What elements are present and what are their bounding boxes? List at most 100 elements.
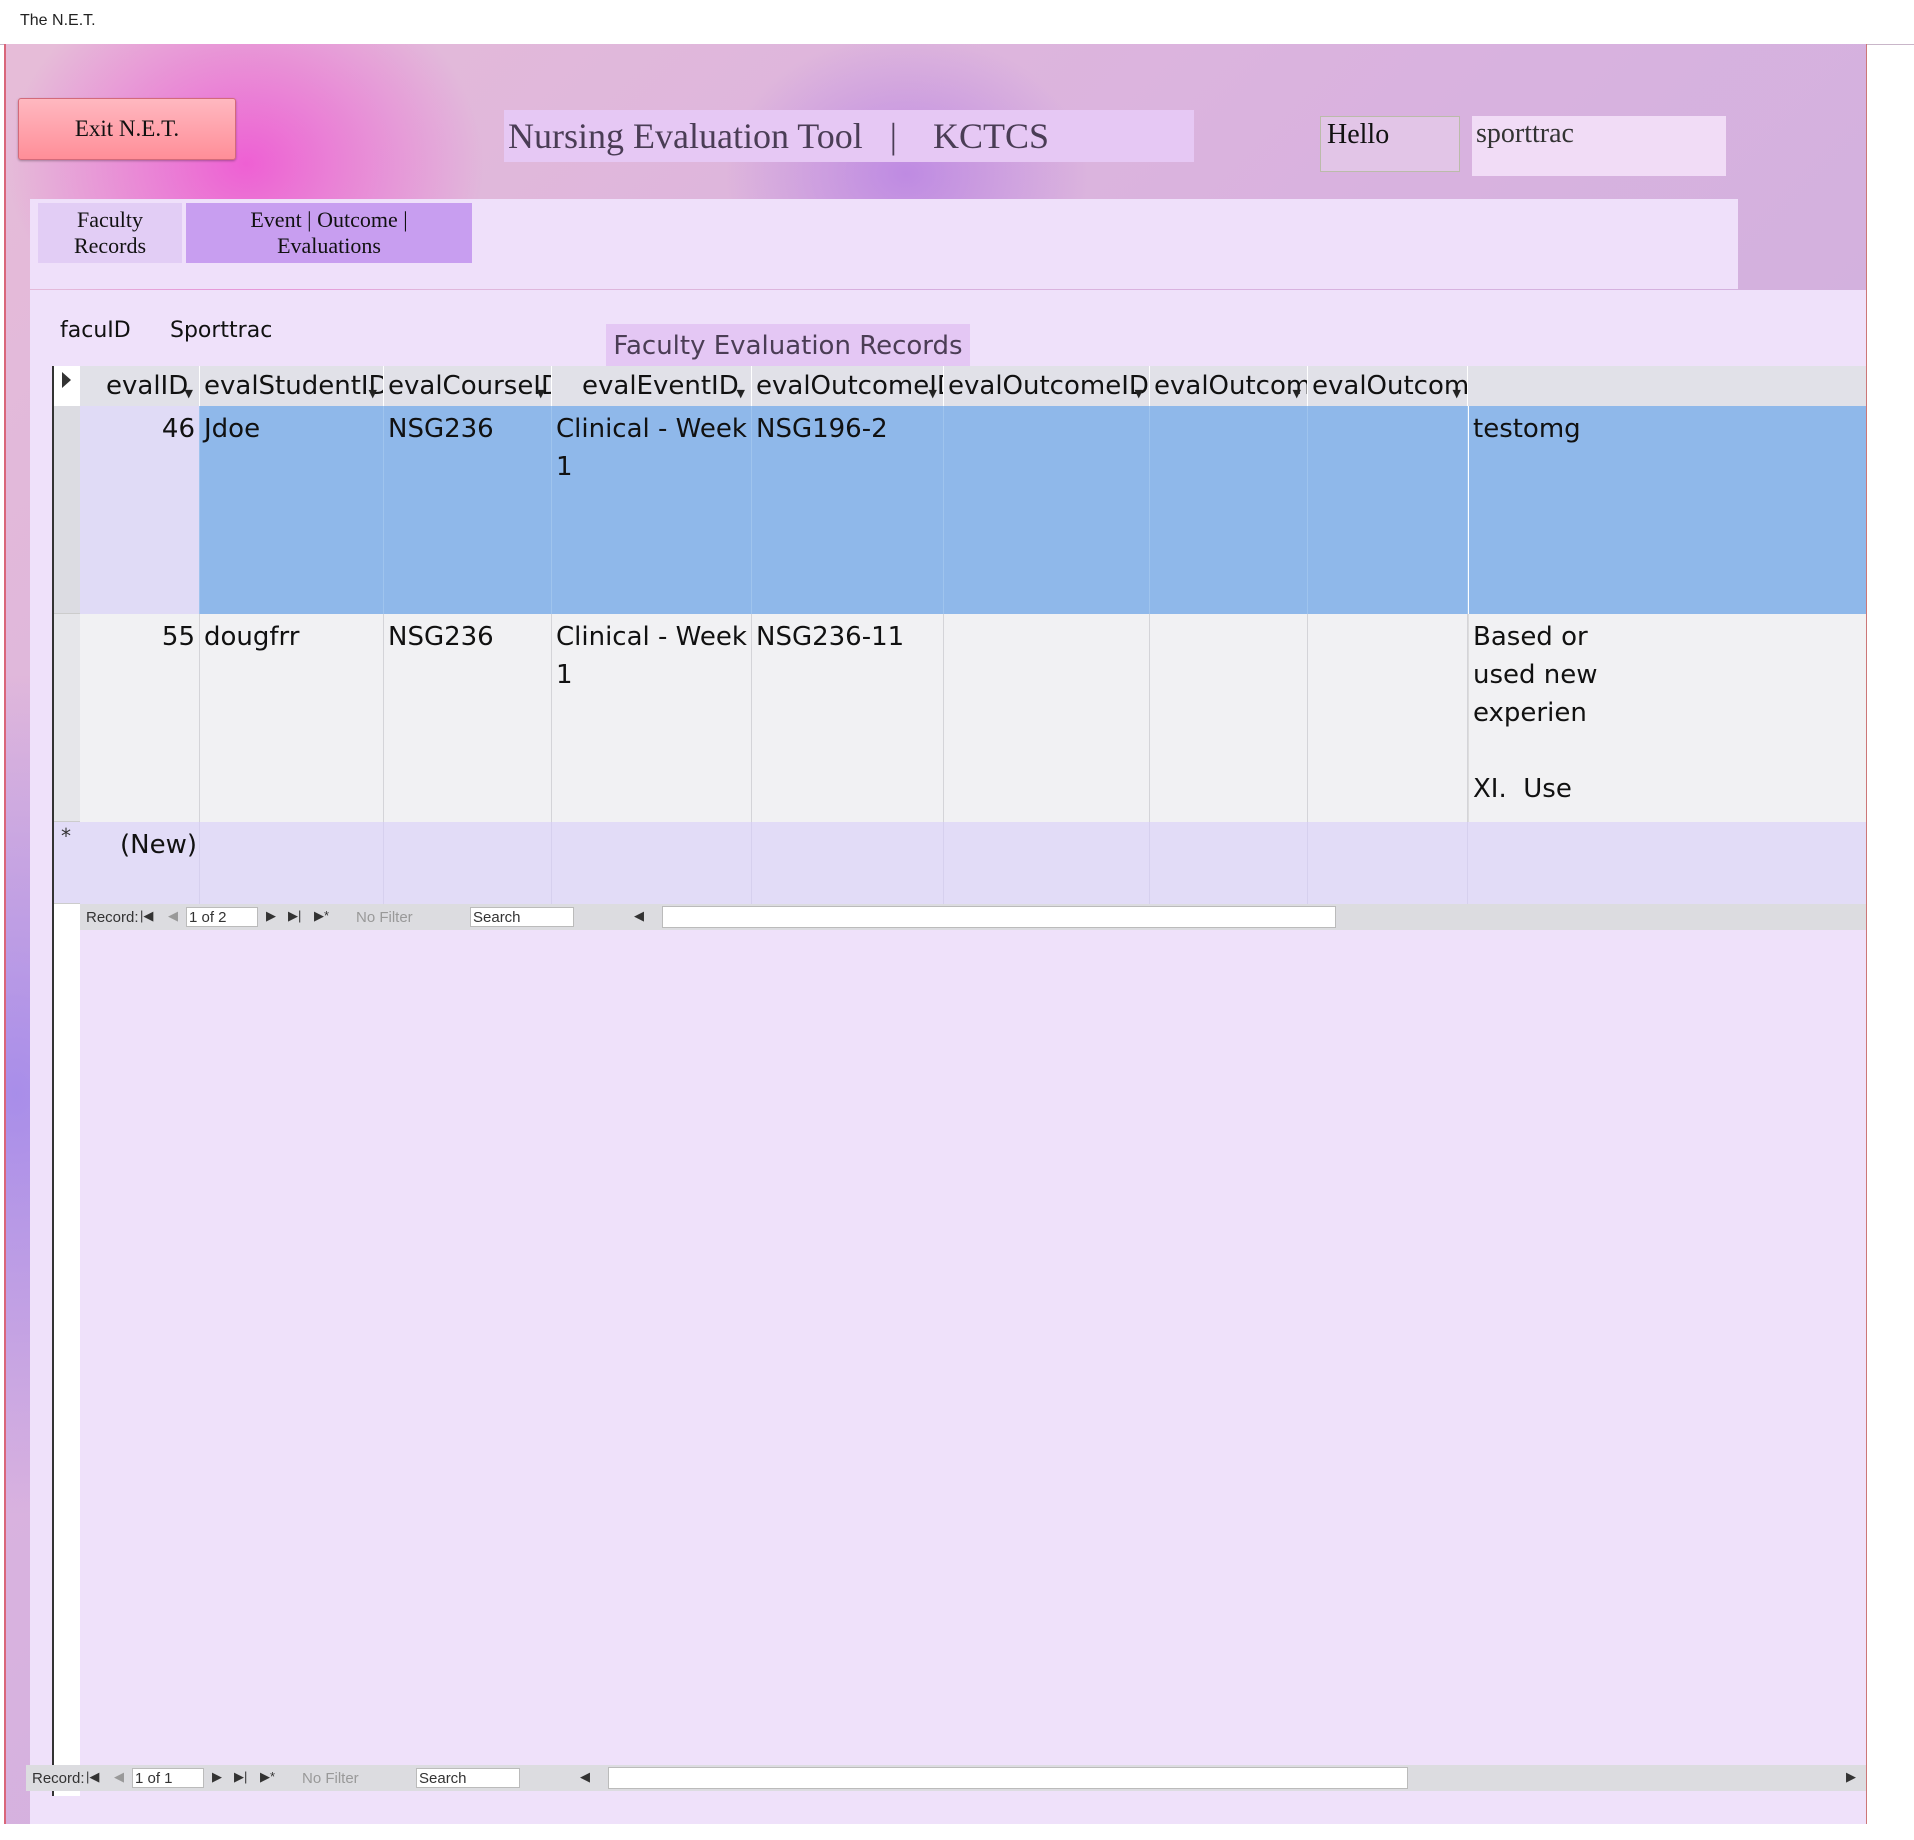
- cell-comments[interactable]: testomg: [1468, 406, 1866, 614]
- new-record-icon[interactable]: ▶*: [260, 1769, 275, 1785]
- column-header-evalid[interactable]: evalID ▼: [80, 366, 200, 406]
- column-header-label: evalOutcome: [1312, 371, 1468, 401]
- no-filter-button[interactable]: No Filter: [356, 909, 413, 926]
- cell-evalcourseid[interactable]: NSG236: [384, 406, 552, 614]
- cell-evaleventid[interactable]: Clinical - Week 1: [552, 406, 752, 614]
- column-dropdown-icon[interactable]: ▼: [1453, 374, 1461, 406]
- facu-id-label: facuID: [60, 318, 131, 343]
- window-title: The N.E.T.: [20, 12, 96, 29]
- column-header-label: evalOutcome: [1154, 371, 1307, 401]
- evaluations-subform: evalID ▼ evalStudentID ▼ evalCourseID ▼ eva…: [52, 366, 1866, 1796]
- next-record-icon[interactable]: ▶: [212, 1769, 222, 1785]
- column-header-label: evalCourseID: [388, 371, 552, 401]
- subform-record-navigation: Record: |◀ ◀ 1 of 2 ▶ ▶| ▶* No Filter Se…: [80, 904, 1866, 930]
- facu-id-value: Sporttrac: [170, 318, 273, 343]
- cell-evaloutcomeid[interactable]: NSG236-11: [752, 614, 944, 822]
- scroll-left-icon[interactable]: ◀: [580, 1769, 590, 1785]
- column-header-evaloutcomeid2[interactable]: evalOutcomeID2 ▼: [944, 366, 1150, 406]
- cell-evalid[interactable]: 55: [80, 614, 200, 822]
- cell-evaloutcomeid[interactable]: NSG196-2: [752, 406, 944, 614]
- cell-empty[interactable]: [384, 822, 552, 904]
- cell-evalcourseid[interactable]: NSG236: [384, 614, 552, 822]
- window-titlebar: The N.E.T.: [0, 0, 1914, 45]
- column-header-label: evalEventID: [582, 371, 739, 401]
- column-dropdown-icon[interactable]: ▼: [929, 374, 937, 406]
- cell-empty[interactable]: [552, 822, 752, 904]
- section-title: Faculty Evaluation Records: [606, 324, 970, 368]
- cell-empty[interactable]: [1308, 822, 1468, 904]
- column-dropdown-icon[interactable]: ▼: [1293, 374, 1301, 406]
- cell-empty[interactable]: [1468, 822, 1866, 904]
- cell-evalstudentid[interactable]: Jdoe: [200, 406, 384, 614]
- table-row[interactable]: 55 dougfrr NSG236 Clinical - Week 1 NSG2…: [80, 614, 1866, 822]
- user-name-field[interactable]: sporttrac: [1472, 116, 1726, 176]
- cell-comments[interactable]: Based or used new experien XI. Use: [1468, 614, 1866, 822]
- cell-evaloutcome-2[interactable]: [1308, 406, 1468, 614]
- previous-record-icon[interactable]: ◀: [114, 1769, 124, 1785]
- column-dropdown-icon[interactable]: ▼: [185, 374, 193, 406]
- cell-empty[interactable]: [1150, 822, 1308, 904]
- next-record-icon[interactable]: ▶: [266, 908, 276, 924]
- column-header-label: evalOutcomeID: [756, 371, 944, 401]
- record-position-input[interactable]: 1 of 1: [132, 1768, 204, 1788]
- cell-evaloutcomeid2[interactable]: [944, 614, 1150, 822]
- cell-evaloutcomeid2[interactable]: [944, 406, 1150, 614]
- last-record-icon[interactable]: ▶|: [288, 908, 301, 924]
- previous-record-icon[interactable]: ◀: [168, 908, 178, 924]
- exit-button[interactable]: Exit N.E.T.: [18, 98, 236, 160]
- grid-header-row: evalID ▼ evalStudentID ▼ evalCourseID ▼ eva…: [80, 366, 1866, 406]
- cell-new-record[interactable]: (New): [80, 822, 200, 904]
- cell-empty[interactable]: [944, 822, 1150, 904]
- horizontal-scrollbar[interactable]: [662, 906, 1336, 928]
- cell-evalstudentid[interactable]: dougfrr: [200, 614, 384, 822]
- row-selector-new[interactable]: *: [54, 822, 80, 904]
- column-header-evaloutcome-2[interactable]: evalOutcome ▼: [1308, 366, 1468, 406]
- hello-label: Hello: [1320, 116, 1460, 172]
- scroll-left-icon[interactable]: ◀: [634, 908, 644, 924]
- no-filter-button[interactable]: No Filter: [302, 1770, 359, 1787]
- app-window: Exit N.E.T. Nursing Evaluation Tool | KC…: [4, 44, 1867, 1824]
- column-header-evalstudentid[interactable]: evalStudentID ▼: [200, 366, 384, 406]
- first-record-icon[interactable]: |◀: [86, 1769, 99, 1785]
- column-header-label: evalStudentID: [204, 371, 384, 401]
- cell-empty[interactable]: [752, 822, 944, 904]
- cell-empty[interactable]: [200, 822, 384, 904]
- column-dropdown-icon[interactable]: ▼: [737, 374, 745, 406]
- tab-strip: Faculty Records Event | Outcome | Evalua…: [30, 199, 1738, 289]
- column-dropdown-icon[interactable]: ▼: [1135, 374, 1143, 406]
- new-record-icon[interactable]: ▶*: [314, 908, 329, 924]
- tab-faculty-records[interactable]: Faculty Records: [38, 203, 182, 263]
- column-header-label: evalID: [106, 371, 189, 401]
- record-label: Record:: [86, 909, 139, 926]
- tab-event-outcome-evaluations-label: Event | Outcome | Evaluations: [250, 207, 408, 258]
- new-record-row[interactable]: (New): [80, 822, 1866, 904]
- scroll-right-icon[interactable]: ▶: [1846, 1769, 1856, 1785]
- table-row[interactable]: 46 Jdoe NSG236 Clinical - Week 1 NSG196-…: [80, 406, 1866, 614]
- tab-event-outcome-evaluations[interactable]: Event | Outcome | Evaluations: [186, 203, 472, 263]
- column-header-evaloutcomeid[interactable]: evalOutcomeID ▼: [752, 366, 944, 406]
- column-header-comments[interactable]: [1468, 366, 1866, 406]
- evaluation-panel: facuID Sporttrac Faculty Evaluation Reco…: [30, 290, 1866, 1824]
- search-input[interactable]: Search: [470, 907, 574, 927]
- row-selector[interactable]: [54, 406, 80, 614]
- record-position-input[interactable]: 1 of 2: [186, 907, 258, 927]
- cell-evaloutcome[interactable]: [1150, 406, 1308, 614]
- app-title: Nursing Evaluation Tool | KCTCS: [504, 110, 1194, 162]
- cell-evaloutcome-2[interactable]: [1308, 614, 1468, 822]
- first-record-icon[interactable]: |◀: [140, 908, 153, 924]
- tab-faculty-records-label: Faculty Records: [73, 207, 147, 258]
- column-header-evalcourseid[interactable]: evalCourseID ▼: [384, 366, 552, 406]
- search-input[interactable]: Search: [416, 1768, 520, 1788]
- last-record-icon[interactable]: ▶|: [234, 1769, 247, 1785]
- column-dropdown-icon[interactable]: ▼: [537, 374, 545, 406]
- column-header-evaloutcome[interactable]: evalOutcome▼: [1150, 366, 1308, 406]
- cell-evaloutcome[interactable]: [1150, 614, 1308, 822]
- horizontal-scrollbar[interactable]: [608, 1767, 1408, 1789]
- main-record-navigation: Record: |◀ ◀ 1 of 1 ▶ ▶| ▶* No Filter Se…: [26, 1765, 1866, 1791]
- cell-evaleventid[interactable]: Clinical - Week 1: [552, 614, 752, 822]
- cell-evalid[interactable]: 46: [80, 406, 200, 614]
- column-header-evaleventid[interactable]: evalEventID ▼: [552, 366, 752, 406]
- column-dropdown-icon[interactable]: ▼: [369, 374, 377, 406]
- current-record-arrow-icon: [62, 372, 71, 388]
- row-selector[interactable]: [54, 614, 80, 822]
